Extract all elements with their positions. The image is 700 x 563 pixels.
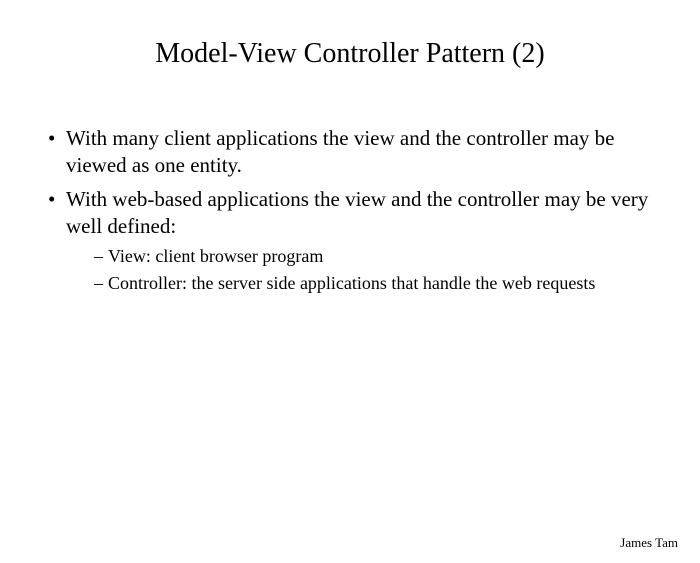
- sub-text: Controller: the server side applications…: [108, 273, 595, 293]
- sub-text: View: client browser program: [108, 246, 323, 266]
- sub-list: View: client browser program Controller:…: [94, 243, 652, 297]
- sub-item: Controller: the server side applications…: [94, 270, 652, 297]
- author-label: James Tam: [620, 535, 678, 551]
- slide: Model-View Controller Pattern (2) With m…: [0, 38, 700, 563]
- slide-content: With many client applications the view a…: [48, 125, 652, 297]
- bullet-text: With web-based applications the view and…: [66, 187, 648, 238]
- slide-title: Model-View Controller Pattern (2): [0, 38, 700, 70]
- bullet-list: With many client applications the view a…: [48, 125, 652, 297]
- bullet-item: With web-based applications the view and…: [48, 186, 652, 298]
- bullet-text: With many client applications the view a…: [66, 126, 614, 177]
- sub-item: View: client browser program: [94, 243, 652, 270]
- bullet-item: With many client applications the view a…: [48, 125, 652, 180]
